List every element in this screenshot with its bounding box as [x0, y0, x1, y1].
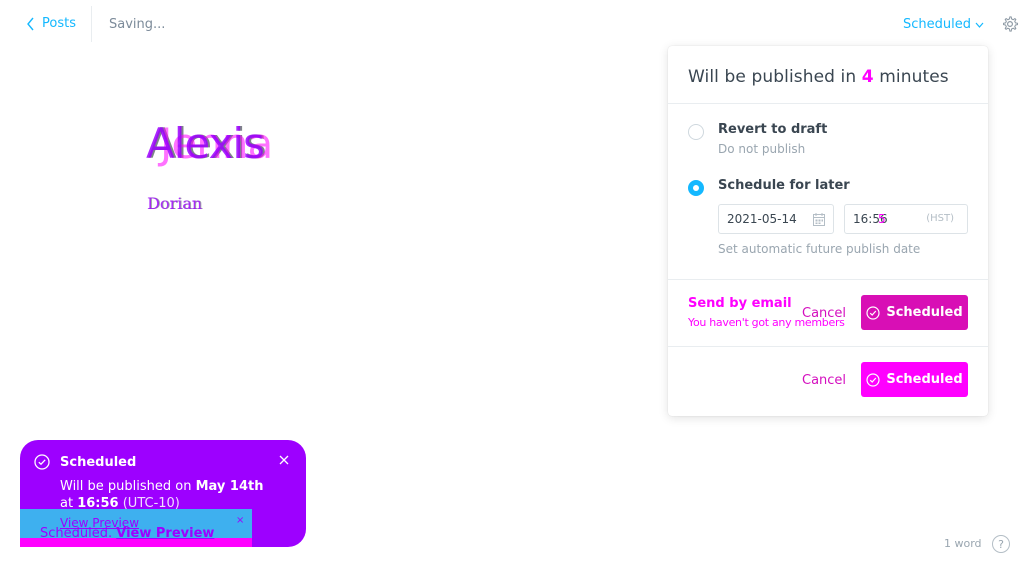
- chevron-left-icon: [27, 17, 34, 30]
- publish-time-overlay: 5: [878, 212, 886, 226]
- schedule-for-later-label[interactable]: Schedule for later: [718, 178, 850, 193]
- revert-to-draft-label[interactable]: Revert to draft: [718, 122, 827, 137]
- heading-prefix: Will be published in: [688, 67, 862, 87]
- post-body-text-layer: Dorian: [147, 194, 203, 213]
- toast-prefix: Scheduled.: [40, 526, 117, 541]
- chevron-down-icon: [975, 22, 984, 28]
- send-by-email-section: Send by email You haven't got any member…: [668, 280, 988, 347]
- publish-menu: Will be published in 4 minutes Revert to…: [668, 46, 988, 416]
- check-circle-icon: [866, 372, 880, 387]
- notification-date: May 14th: [195, 479, 264, 494]
- post-body[interactable]: Dorian Dorian: [147, 194, 267, 218]
- publish-status-dropdown[interactable]: Scheduled: [903, 17, 984, 32]
- scheduled-button[interactable]: Scheduled: [861, 295, 968, 330]
- publish-status-label: Scheduled: [903, 17, 971, 32]
- back-to-posts-link[interactable]: Posts: [26, 16, 76, 31]
- publish-menu-header: Will be published in 4 minutes: [668, 46, 988, 104]
- post-title[interactable]: Alexis Jenna Alexis: [146, 118, 346, 178]
- revert-to-draft-radio[interactable]: [688, 124, 704, 140]
- word-count: 1 word: [944, 537, 982, 550]
- toast-message: Scheduled. View Preview: [40, 526, 214, 541]
- send-by-email-label: Send by email: [688, 296, 792, 311]
- check-circle-icon: [866, 305, 880, 320]
- revert-to-draft-description: Do not publish: [718, 142, 806, 156]
- heading-number: 4: [861, 67, 874, 87]
- check-circle-icon: [34, 454, 50, 470]
- header-divider: [91, 6, 92, 42]
- calendar-icon[interactable]: [813, 213, 825, 226]
- notification-message: Will be published on May 14th at 16:56 (…: [60, 478, 290, 512]
- toast-close-button[interactable]: ×: [236, 515, 244, 526]
- scheduled-toast: View Preview Scheduled. View Preview ×: [20, 509, 252, 547]
- back-link-label: Posts: [42, 16, 76, 31]
- notification-message-prefix: Will be published on: [60, 479, 196, 494]
- view-preview-link[interactable]: View Preview: [116, 526, 214, 541]
- scheduled-button-label: Scheduled: [886, 305, 963, 320]
- post-title-text-layer: Alexis: [146, 119, 265, 168]
- save-status: Saving...: [109, 17, 166, 32]
- publish-date-value: 2021-05-14: [727, 212, 797, 226]
- publish-time-input[interactable]: 16:56 5 (HST): [844, 204, 968, 234]
- notification-title: Scheduled: [60, 455, 137, 470]
- publish-menu-footer: Cancel Scheduled: [668, 347, 988, 416]
- schedule-description: Set automatic future publish date: [718, 242, 921, 256]
- editor-page: Posts Saving... Scheduled Alexis Jenna A…: [0, 0, 1034, 576]
- help-icon: ?: [998, 537, 1004, 551]
- help-button[interactable]: ?: [992, 535, 1010, 553]
- timezone-label: (HST): [926, 213, 954, 224]
- footer-cancel-button[interactable]: Cancel: [802, 373, 846, 388]
- heading-suffix: minutes: [873, 67, 949, 87]
- publish-options: Revert to draft Do not publish Schedule …: [668, 104, 988, 280]
- publish-date-input[interactable]: 2021-05-14: [718, 204, 834, 234]
- schedule-for-later-radio[interactable]: [688, 180, 704, 196]
- publish-countdown-heading: Will be published in 4 minutes: [688, 67, 949, 87]
- footer-scheduled-button-label: Scheduled: [886, 372, 963, 387]
- footer-scheduled-button[interactable]: Scheduled: [861, 362, 968, 397]
- gear-icon[interactable]: [1001, 15, 1019, 33]
- close-icon[interactable]: [278, 454, 290, 466]
- cancel-button[interactable]: Cancel: [802, 306, 846, 321]
- editor-header: Posts Saving... Scheduled: [0, 0, 1034, 50]
